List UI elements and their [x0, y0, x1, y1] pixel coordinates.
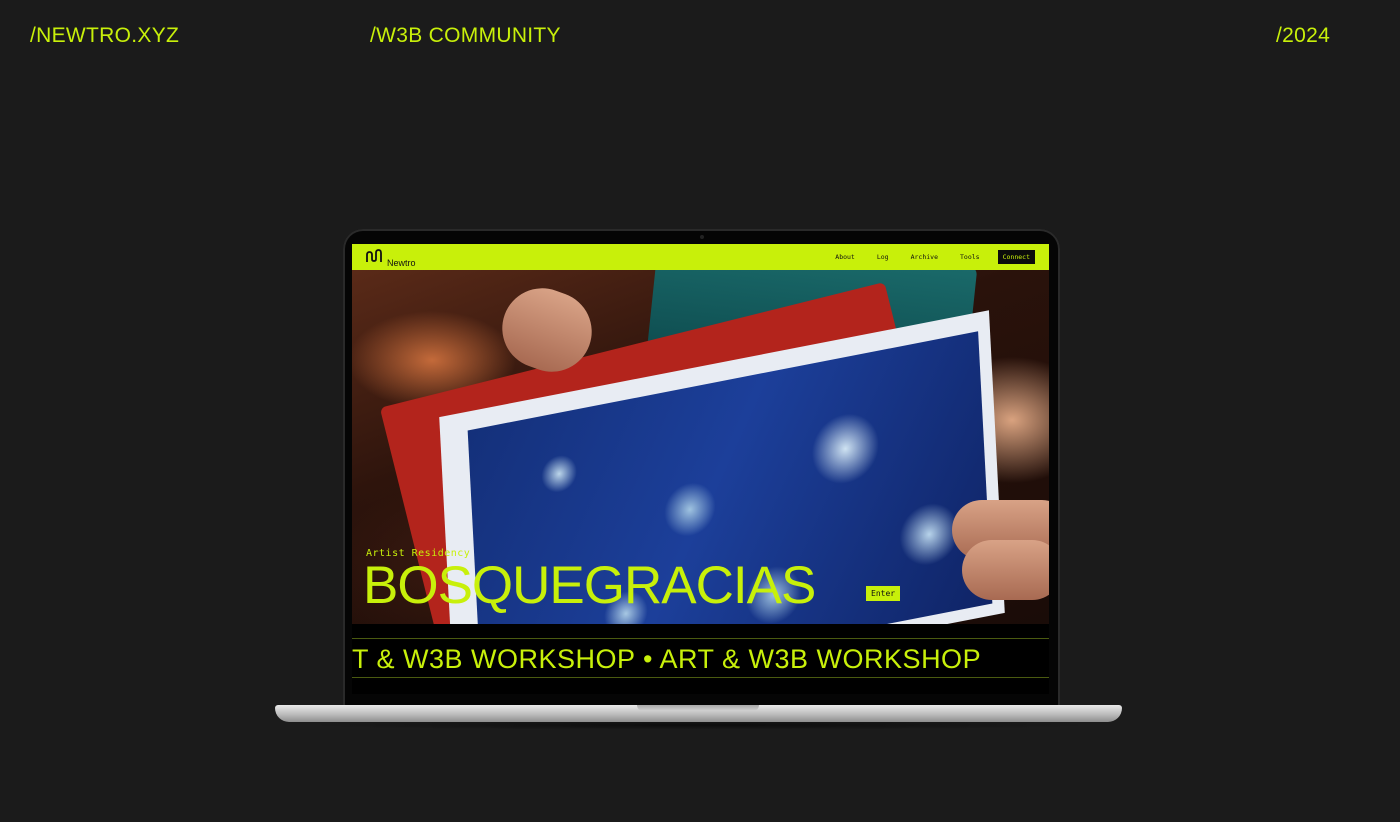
nav-link-about[interactable]: About: [835, 253, 855, 261]
hero-title: BOSQUEGRACIAS: [363, 556, 816, 615]
laptop-base: [275, 705, 1122, 722]
marquee-text: T & W3B WORKSHOP • ART & W3B WORKSHOP: [352, 644, 982, 674]
camera-icon: [700, 235, 704, 239]
nav-link-tools[interactable]: Tools: [960, 253, 980, 261]
nav-link-log[interactable]: Log: [877, 253, 889, 261]
enter-button[interactable]: Enter: [866, 586, 901, 601]
hero-hand-right-fingers: [962, 540, 1049, 600]
nav-link-archive[interactable]: Archive: [911, 253, 938, 261]
workshop-marquee: T & W3B WORKSHOP • ART & W3B WORKSHOP: [352, 638, 1049, 678]
hero-image: Artist Residency BOSQUEGRACIAS Enter: [352, 270, 1049, 624]
laptop-notch: [637, 705, 759, 711]
site-logo[interactable]: Newtro: [366, 249, 416, 268]
laptop-mockup: Newtro About Log Archive Tools Connect A…: [343, 229, 1060, 710]
site-navbar: Newtro About Log Archive Tools Connect: [352, 244, 1049, 270]
header-label-domain: /NEWTRO.XYZ: [30, 24, 180, 47]
header-label-year: /2024: [1276, 24, 1331, 47]
newtro-logo-icon: [366, 249, 384, 268]
connect-button[interactable]: Connect: [997, 250, 1035, 264]
laptop-screen: Newtro About Log Archive Tools Connect A…: [352, 244, 1049, 694]
site-logo-text: Newtro: [387, 258, 416, 268]
header-label-community: /W3B COMMUNITY: [370, 24, 561, 47]
site-nav-links: About Log Archive Tools Connect: [813, 244, 1035, 270]
